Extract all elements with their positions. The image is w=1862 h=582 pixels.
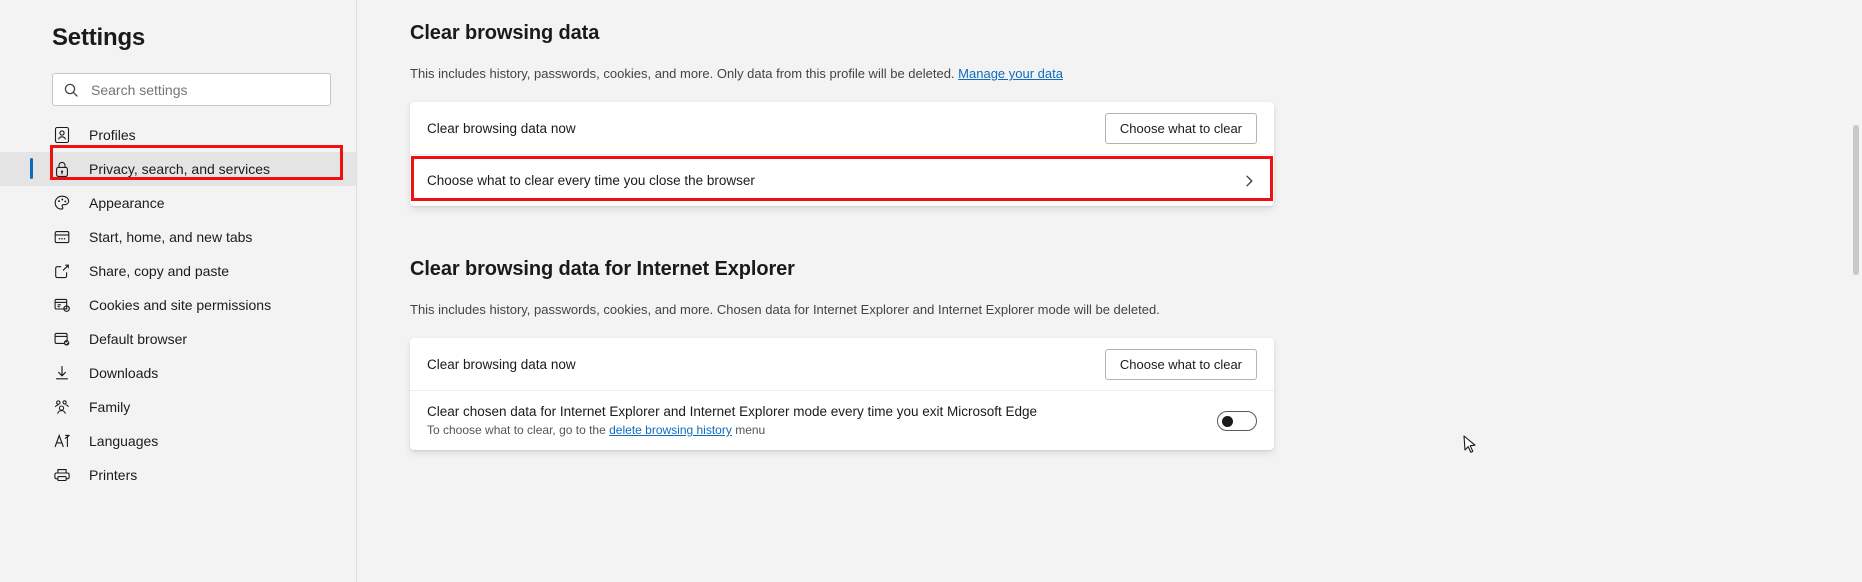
row-text-column: Clear chosen data for Internet Explorer … <box>427 391 1217 450</box>
sidebar-item-languages[interactable]: Languages <box>0 424 356 458</box>
clear-browsing-data-card: Clear browsing data now Choose what to c… <box>410 102 1274 206</box>
search-icon <box>63 82 79 98</box>
clear-browsing-data-ie-heading: Clear browsing data for Internet Explore… <box>410 258 795 280</box>
sidebar-item-label: Profiles <box>89 127 136 143</box>
search-input[interactable] <box>91 74 320 105</box>
sidebar-item-label: Appearance <box>89 195 165 211</box>
chevron-right-icon <box>1241 173 1257 189</box>
window-tabs-icon <box>52 227 72 247</box>
vertical-scrollbar[interactable] <box>1850 0 1862 582</box>
toggle-knob <box>1222 415 1233 427</box>
choose-what-to-clear-button[interactable]: Choose what to clear <box>1104 112 1257 144</box>
profile-icon <box>52 125 72 145</box>
sidebar-item-start-home-and-new-tabs[interactable]: Start, home, and new tabs <box>0 220 356 254</box>
family-people-icon <box>52 397 72 417</box>
cookies-settings-icon <box>52 295 72 315</box>
browser-check-icon <box>52 329 72 349</box>
scrollbar-thumb[interactable] <box>1853 125 1859 275</box>
sidebar-item-appearance[interactable]: Appearance <box>0 186 356 220</box>
ie-clear-browsing-data-now-row: Clear browsing data now Choose what to c… <box>410 338 1274 390</box>
sidebar-item-label: Share, copy and paste <box>89 263 230 279</box>
clear-browsing-data-heading: Clear browsing data <box>410 22 600 44</box>
sidebar-item-printers[interactable]: Printers <box>0 458 356 492</box>
manage-your-data-link[interactable]: Manage your data <box>958 66 1063 81</box>
clear-browsing-data-now-row: Clear browsing data now Choose what to c… <box>410 102 1274 154</box>
sidebar-item-label: Privacy, search, and services <box>89 161 271 177</box>
sidebar-item-profiles[interactable]: Profiles <box>0 118 356 152</box>
settings-sidebar: Settings Profiles <box>0 0 357 582</box>
sidebar-item-share-copy-and-paste[interactable]: Share, copy and paste <box>0 254 356 288</box>
sidebar-item-privacy-search-and-services[interactable]: Privacy, search, and services <box>0 152 356 186</box>
sublabel-text-after: menu <box>731 423 766 437</box>
ie-clear-on-exit-toggle[interactable] <box>1217 410 1257 431</box>
sidebar-item-label: Family <box>89 399 131 415</box>
sidebar-item-label: Default browser <box>89 331 188 347</box>
row-label: Clear browsing data now <box>427 120 576 136</box>
clear-browsing-data-description: This includes history, passwords, cookie… <box>410 65 1862 83</box>
search-settings-field[interactable] <box>52 73 331 106</box>
clear-browsing-data-ie-description: This includes history, passwords, cookie… <box>410 302 1160 317</box>
page-title: Settings <box>52 24 146 51</box>
share-icon <box>52 261 72 281</box>
sidebar-item-family[interactable]: Family <box>0 390 356 424</box>
sidebar-item-cookies-and-site-permissions[interactable]: Cookies and site permissions <box>0 288 356 322</box>
ie-clear-on-exit-row: Clear chosen data for Internet Explorer … <box>410 390 1274 450</box>
printer-icon <box>52 465 72 485</box>
lock-icon <box>52 159 72 179</box>
row-label: Clear chosen data for Internet Explorer … <box>427 404 1038 419</box>
sidebar-item-label: Downloads <box>89 365 159 381</box>
delete-browsing-history-link[interactable]: delete browsing history <box>609 423 732 437</box>
sublabel-text-before: To choose what to clear, go to the <box>427 423 610 437</box>
download-arrow-icon <box>52 363 72 383</box>
sidebar-item-default-browser[interactable]: Default browser <box>0 322 356 356</box>
description-text: This includes history, passwords, cookie… <box>410 66 959 81</box>
language-a-icon <box>52 431 72 451</box>
clear-browsing-data-ie-card: Clear browsing data now Choose what to c… <box>410 338 1274 450</box>
palette-icon <box>52 193 72 213</box>
sidebar-item-label: Languages <box>89 433 159 449</box>
sidebar-item-label: Cookies and site permissions <box>89 297 272 313</box>
ie-choose-what-to-clear-button[interactable]: Choose what to clear <box>1104 348 1257 380</box>
settings-content: Clear browsing data This includes histor… <box>357 0 1862 582</box>
sidebar-item-label: Start, home, and new tabs <box>89 229 253 245</box>
row-sublabel: To choose what to clear, go to the delet… <box>427 423 1217 437</box>
settings-page: Settings Profiles <box>0 0 1862 582</box>
settings-nav: Profiles Privacy, search, and services A… <box>0 118 356 492</box>
choose-what-to-clear-on-close-row[interactable]: Choose what to clear every time you clos… <box>410 154 1274 206</box>
row-label: Clear browsing data now <box>427 356 576 372</box>
sidebar-item-downloads[interactable]: Downloads <box>0 356 356 390</box>
sidebar-item-label: Printers <box>89 467 138 483</box>
row-label: Choose what to clear every time you clos… <box>427 173 755 188</box>
